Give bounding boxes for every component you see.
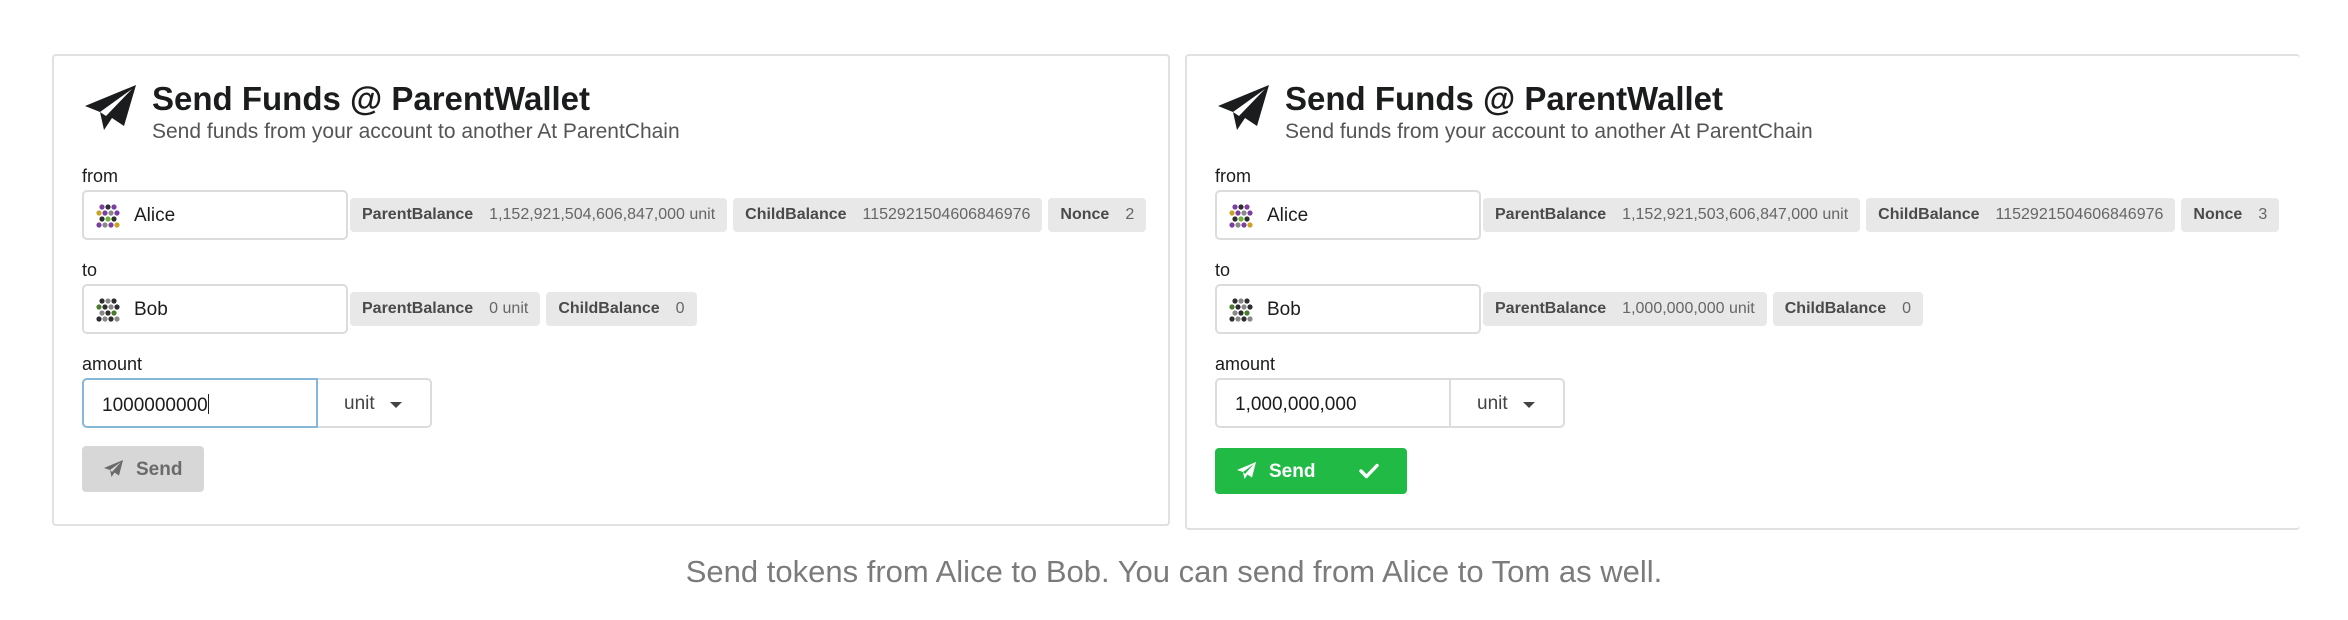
figure-caption: Send tokens from Alice to Bob. You can s… xyxy=(685,554,1663,589)
nonce-badge: Nonce 3 xyxy=(2181,198,2280,232)
badge-value: 1152921504606846976 xyxy=(1995,206,2164,223)
to-account-select[interactable]: Bob xyxy=(82,284,348,334)
child-balance-badge: ChildBalance 0 xyxy=(546,292,697,326)
badge-value: 0 unit xyxy=(489,300,529,317)
nonce-badge: Nonce 2 xyxy=(1048,198,1147,232)
amount-value: 1,000,000,000 xyxy=(1235,394,1357,415)
to-label: to xyxy=(82,260,98,280)
to-balances: ParentBalance 1,000,000,000 unit ChildBa… xyxy=(1483,292,1923,326)
badge-value: 2 xyxy=(1125,206,1135,223)
from-balances: ParentBalance 1,152,921,504,606,847,000 … xyxy=(350,198,1147,232)
to-account-name: Bob xyxy=(1267,299,1301,320)
child-balance-badge: ChildBalance 0 xyxy=(1772,292,1923,326)
from-account-name: Alice xyxy=(134,205,176,226)
badge-key: ParentBalance xyxy=(362,206,474,223)
badge-key: ParentBalance xyxy=(362,300,474,317)
paper-plane-icon xyxy=(1218,85,1269,130)
amount-label: amount xyxy=(82,354,143,374)
amount-input[interactable]: 1,000,000,000 xyxy=(1215,378,1451,428)
amount-label: amount xyxy=(1215,354,1276,374)
text-caret xyxy=(207,394,210,414)
paper-plane-icon xyxy=(1237,462,1256,479)
from-account-select[interactable]: Alice xyxy=(1215,190,1481,240)
paper-plane-icon xyxy=(85,85,136,130)
badge-key: ChildBalance xyxy=(1784,300,1887,317)
child-balance-badge: ChildBalance 1152921504606846976 xyxy=(1866,198,2176,232)
badge-value: 1,152,921,504,606,847,000 unit xyxy=(489,206,716,223)
chevron-down-icon xyxy=(390,402,402,408)
to-account-name: Bob xyxy=(134,299,168,320)
page-title: Send Funds @ ParentWallet xyxy=(1285,80,1724,117)
check-icon xyxy=(1359,463,1379,479)
parent-balance-badge: ParentBalance 0 unit xyxy=(350,292,541,326)
to-label: to xyxy=(1215,260,1231,280)
send-label: Send xyxy=(1269,461,1316,482)
from-label: from xyxy=(1215,166,1251,186)
badge-value: 1,152,921,503,606,847,000 unit xyxy=(1622,206,1849,223)
badge-value: 1,000,000,000 unit xyxy=(1622,300,1755,317)
badge-value: 3 xyxy=(2258,206,2268,223)
unit-dropdown[interactable]: unit xyxy=(1451,378,1565,428)
from-account-select[interactable]: Alice xyxy=(82,190,348,240)
send-button[interactable]: Send xyxy=(82,446,204,492)
unit-value: unit xyxy=(344,393,375,414)
badge-value: 1152921504606846976 xyxy=(862,206,1031,223)
badge-value: 0 xyxy=(675,300,685,317)
from-label: from xyxy=(82,166,118,186)
identicon-avatar xyxy=(96,204,120,228)
badge-key: Nonce xyxy=(2193,206,2243,223)
send-label: Send xyxy=(136,459,183,480)
from-balances: ParentBalance 1,152,921,503,606,847,000 … xyxy=(1483,198,2280,232)
unit-value: unit xyxy=(1477,393,1508,414)
badge-value: 0 xyxy=(1902,300,1911,317)
to-balances: ParentBalance 0 unit ChildBalance 0 xyxy=(350,292,697,326)
badge-key: ChildBalance xyxy=(1878,206,1980,223)
badge-key: Nonce xyxy=(1060,206,1110,223)
to-account-select[interactable]: Bob xyxy=(1215,284,1481,334)
identicon-avatar xyxy=(96,298,120,322)
send-funds-panel: Send Funds @ ParentWallet Send funds fro… xyxy=(1185,54,2300,530)
parent-balance-badge: ParentBalance 1,152,921,504,606,847,000 … xyxy=(350,198,728,232)
amount-value: 1000000000 xyxy=(102,395,208,416)
paper-plane-icon xyxy=(104,460,123,477)
send-funds-panel: Send Funds @ ParentWallet Send funds fro… xyxy=(52,54,1170,526)
unit-dropdown[interactable]: unit xyxy=(318,378,432,428)
parent-balance-badge: ParentBalance 1,152,921,503,606,847,000 … xyxy=(1483,198,1861,232)
identicon-avatar xyxy=(1229,204,1253,228)
parent-balance-badge: ParentBalance 1,000,000,000 unit xyxy=(1483,292,1767,326)
child-balance-badge: ChildBalance 1152921504606846976 xyxy=(733,198,1043,232)
page-subtitle: Send funds from your account to another … xyxy=(1285,120,1813,143)
identicon-avatar xyxy=(1229,298,1253,322)
badge-key: ParentBalance xyxy=(1495,206,1607,223)
badge-key: ChildBalance xyxy=(745,206,847,223)
from-account-name: Alice xyxy=(1267,205,1309,226)
badge-key: ParentBalance xyxy=(1495,300,1607,317)
badge-key: ChildBalance xyxy=(558,300,660,317)
page-subtitle: Send funds from your account to another … xyxy=(152,120,680,143)
send-button[interactable]: Send xyxy=(1215,448,1407,494)
amount-input[interactable]: 1000000000 xyxy=(82,378,318,428)
page-title: Send Funds @ ParentWallet xyxy=(152,80,591,117)
chevron-down-icon xyxy=(1523,402,1535,408)
